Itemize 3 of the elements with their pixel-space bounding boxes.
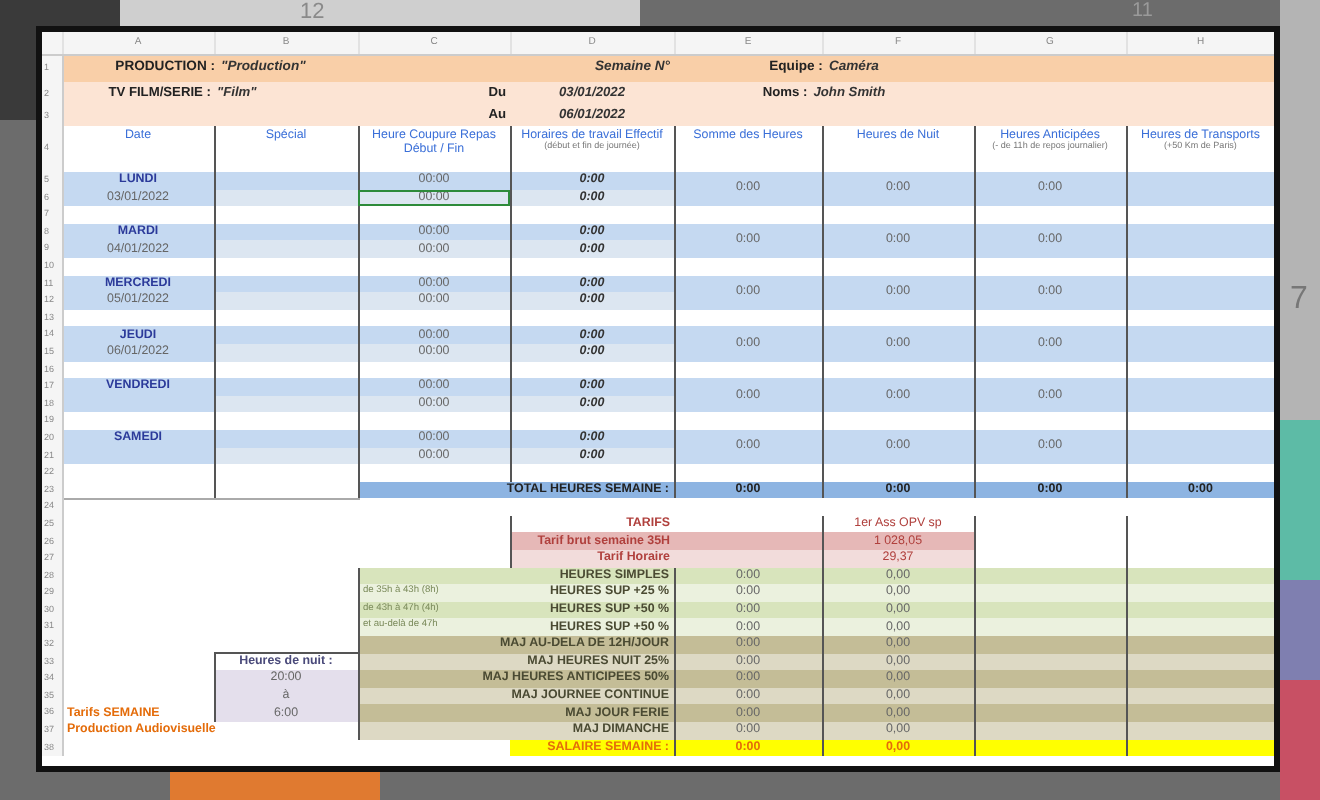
- backdrop-number: 7: [1290, 284, 1308, 316]
- backdrop-number: 12: [300, 2, 325, 24]
- backdrop-panel: [1280, 680, 1320, 800]
